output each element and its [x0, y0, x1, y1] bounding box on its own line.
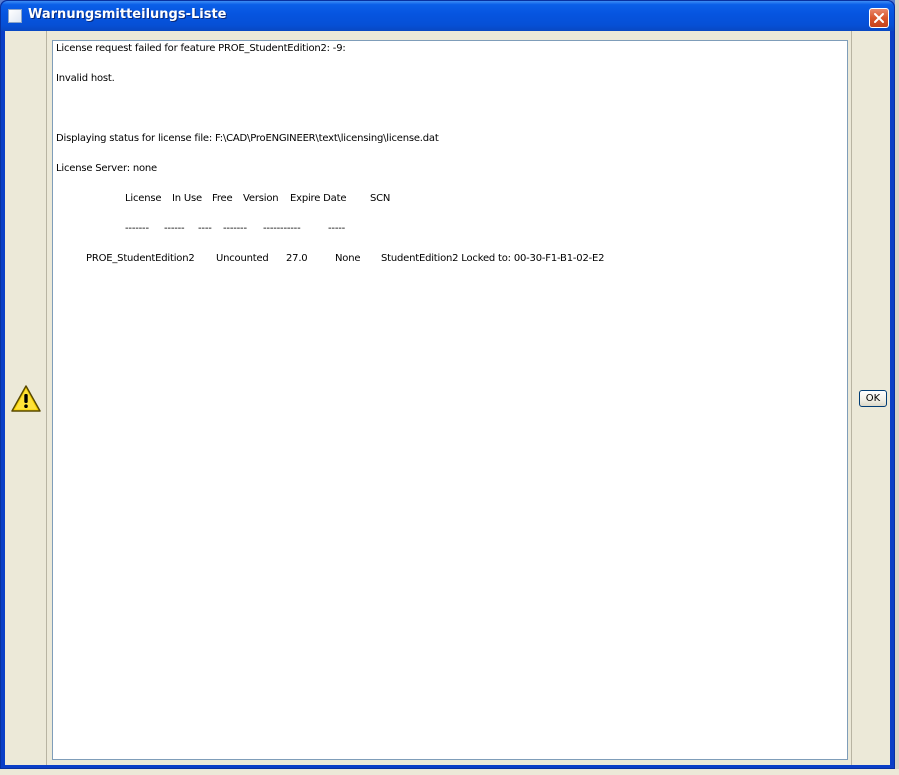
table-header-version: Version [243, 193, 279, 204]
table-separator: ---- [198, 223, 212, 234]
table-cell-feature: PROE_StudentEdition2 [86, 253, 195, 264]
warning-triangle-icon [11, 385, 41, 412]
background-desktop-strip [0, 769, 899, 775]
table-separator: ------- [223, 223, 247, 234]
table-cell-scn: StudentEdition2 Locked to: 00-30-F1-B1-0… [381, 253, 605, 264]
invalid-host-line: Invalid host. [56, 73, 115, 84]
table-cell-in-use: Uncounted [216, 253, 269, 264]
license-file-line: Displaying status for license file: F:\C… [56, 133, 439, 144]
close-button[interactable] [869, 8, 889, 28]
table-header-expire-date: Expire Date [290, 193, 347, 204]
warning-list-dialog: Warnungsmitteilungs-Liste License reques… [0, 0, 895, 769]
table-separator: ----------- [263, 223, 301, 234]
dialog-client-area: License request failed for feature PROE_… [5, 31, 890, 765]
table-separator: ----- [328, 223, 346, 234]
window-title: Warnungsmitteilungs-Liste [28, 7, 227, 22]
title-bar[interactable]: Warnungsmitteilungs-Liste [1, 1, 894, 31]
table-header-free: Free [212, 193, 233, 204]
table-separator: ------- [125, 223, 149, 234]
window-app-icon [8, 9, 22, 23]
background-window-edge [895, 0, 899, 775]
icon-pane [5, 31, 47, 765]
table-cell-expire: None [335, 253, 361, 264]
ok-button[interactable]: OK [859, 390, 887, 407]
button-pane: OK [851, 31, 890, 765]
license-server-line: License Server: none [56, 163, 157, 174]
close-x-icon [874, 13, 884, 23]
error-line: License request failed for feature PROE_… [56, 43, 346, 54]
table-header-license: License [125, 193, 162, 204]
table-header-scn: SCN [370, 193, 391, 204]
table-header-in-use: In Use [172, 193, 202, 204]
table-separator: ------ [164, 223, 185, 234]
table-cell-version: 27.0 [286, 253, 308, 264]
message-text-area[interactable]: License request failed for feature PROE_… [52, 40, 848, 760]
